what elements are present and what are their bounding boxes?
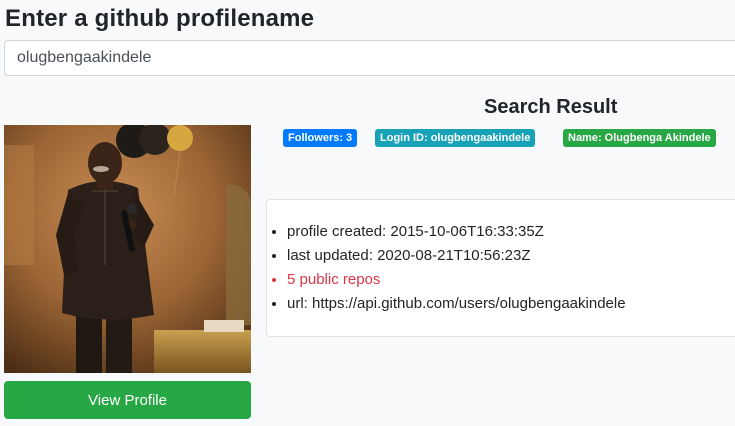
profile-search-input[interactable] [4,40,735,76]
profile-details-card: profile created: 2015-10-06T16:33:35Z la… [266,199,735,337]
profile-created-item: profile created: 2015-10-06T16:33:35Z [287,220,735,244]
last-updated-item: last updated: 2020-08-21T10:56:23Z [287,244,735,268]
page-title: Enter a github profilename [5,5,315,32]
public-repos-item: 5 public repos [287,268,735,292]
search-result-heading: Search Result [484,96,618,118]
login-id-badge: Login ID: olugbengaakindele [375,129,536,147]
api-url-item: url: https://api.github.com/users/olugbe… [287,292,735,316]
view-profile-button[interactable]: View Profile [4,381,251,419]
followers-badge: Followers: 3 [283,129,358,147]
avatar-photo [4,125,251,373]
profile-avatar [4,125,251,373]
profile-details-list: profile created: 2015-10-06T16:33:35Z la… [267,200,735,316]
name-badge: Name: Olugbenga Akindele [563,129,716,147]
